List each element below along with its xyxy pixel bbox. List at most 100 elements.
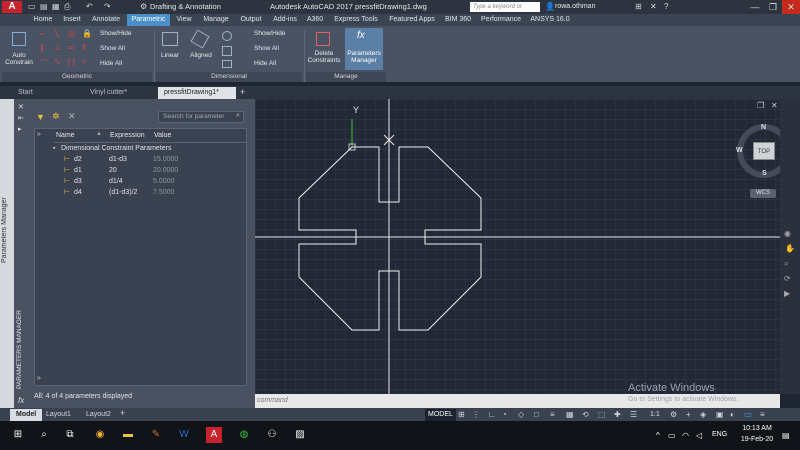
hide-all-dimensional-button[interactable]: Hide All [254,60,304,67]
param-name[interactable]: d1 [74,166,82,176]
delete-constraints-button[interactable]: Delete Constraints [306,50,342,64]
collapse-all-icon[interactable]: » [37,375,41,382]
panel-title-dimensional[interactable]: Dimensional [156,72,302,82]
file-explorer-icon[interactable]: ▬ [120,427,136,443]
expand-all-icon[interactable]: » [37,131,41,138]
show-hide-geometric-button[interactable]: Show/Hide [100,30,152,37]
clock-time[interactable]: 10:13 AM [737,425,777,435]
lineweight-icon[interactable]: ≡ [550,409,555,421]
viewport-restore-icon[interactable]: ❐ [757,101,764,110]
showmotion-icon[interactable]: ▶ [784,289,790,298]
tray-chevron-icon[interactable]: ^ [656,431,660,440]
full-navigation-wheel-icon[interactable]: ◉ [784,229,791,238]
clean-screen-icon[interactable]: ▭ [744,409,752,421]
lock-icon[interactable]: 🔒 [82,29,92,38]
tab-parametric[interactable]: Parametric [127,14,170,26]
doc-tab-start[interactable]: Start [12,87,82,99]
exchange-icon[interactable]: ✕ [650,2,657,11]
tab-addins[interactable]: Add-ins [269,14,301,26]
wcs-menu[interactable]: WCS [750,189,776,198]
snap-icon[interactable]: ⋮ [472,409,480,421]
tab-output[interactable]: Output [236,14,266,26]
search-icon[interactable]: ⌕ [236,112,240,120]
workspace-gear-icon[interactable]: ⚙ [140,2,147,11]
model-space-button[interactable]: MODEL [425,409,456,421]
new-tab-plus-icon[interactable]: + [240,87,245,97]
properties-icon[interactable]: ▸ [18,125,22,133]
word-icon[interactable]: W [176,427,192,443]
input-language[interactable]: ENG [712,431,727,438]
param-name[interactable]: d4 [74,188,82,198]
gear-icon[interactable]: ⚙ [670,409,677,421]
compass-south[interactable]: S [762,170,767,177]
3d-osnap-icon[interactable]: ⬚ [598,409,606,421]
aligned-dimension-icon[interactable] [190,29,210,49]
help-icon[interactable]: ? [664,2,668,11]
param-expression[interactable]: 20 [109,166,117,176]
tab-view[interactable]: View [172,14,196,26]
osnap-icon[interactable]: □ [534,409,539,421]
tab-ansys[interactable]: ANSYS 16.0 [528,14,572,26]
clock-date[interactable]: 19-Feb-20 [737,436,777,446]
saveas-icon[interactable]: ▦ [52,2,60,11]
param-name[interactable]: d3 [74,177,82,187]
param-expression[interactable]: d1/4 [109,177,123,187]
orbit-icon[interactable]: ⟳ [784,274,791,283]
linear-button[interactable]: Linear [156,52,184,59]
battery-icon[interactable]: ▭ [668,431,676,440]
show-hide-dimensional-button[interactable]: Show/Hide [254,30,304,37]
filter-icon[interactable]: ▼ [36,112,45,122]
tab-a360[interactable]: A360 [304,14,326,26]
concentric-icon[interactable]: ◎ [68,29,75,38]
param-name[interactable]: d2 [74,155,82,165]
pan-icon[interactable]: ✋ [785,244,795,253]
photos-icon[interactable]: ▨ [292,427,308,443]
undo-icon[interactable]: ↶ [86,2,93,11]
polar-icon[interactable]: ◔ [502,409,507,421]
linear-dimension-icon[interactable] [162,32,178,46]
cart-icon[interactable]: ⊞ [635,2,642,11]
parameter-search-input[interactable]: Search for parameter [158,111,244,123]
compass-west[interactable]: W [736,147,743,154]
compass-north[interactable]: N [761,124,766,131]
symmetric-icon[interactable]: [ ] [68,57,75,66]
close-palette-icon[interactable]: ✕ [18,103,24,111]
annotation-scale[interactable]: 1:1 [650,409,660,421]
layout-tab-layout1[interactable]: Layout1 [40,409,77,421]
selection-cycling-icon[interactable]: ⟲ [582,409,589,421]
perpendicular-icon[interactable]: ⊥ [54,43,61,52]
search-icon[interactable]: ⌕ [36,427,52,443]
tab-express-tools[interactable]: Express Tools [330,14,382,26]
volume-icon[interactable]: ◁ [696,431,702,440]
hardware-acceleration-icon[interactable]: ▣ [716,409,724,421]
customization-icon[interactable]: ≡ [760,409,765,421]
doc-tab-vinyl-cutter[interactable]: Vinyl cutter* [84,87,156,99]
user-name[interactable]: rowa.othman [555,1,635,13]
autocad-taskbar-icon[interactable]: A [206,427,222,443]
transparency-icon[interactable]: ▦ [566,409,574,421]
parameters-manager-button[interactable]: fx Parameters Manager [345,28,383,70]
horizontal-icon[interactable]: ═ [68,43,74,52]
print-icon[interactable]: ⎙ [64,2,70,12]
grid-icon[interactable]: ⊞ [458,409,465,421]
paint-icon[interactable]: ✎ [148,427,164,443]
column-header-expression[interactable]: Expression [110,130,150,142]
show-all-geometric-button[interactable]: Show All [100,45,152,52]
add-layout-plus-icon[interactable]: + [120,408,125,418]
parallel-icon[interactable]: ∥ [40,43,44,52]
drawing-viewport[interactable]: Y [255,99,780,394]
column-header-value[interactable]: Value [154,130,194,142]
tab-bim360[interactable]: BIM 360 [442,14,474,26]
task-view-icon[interactable]: ⧉ [62,427,78,443]
param-expression[interactable]: (d1-d3)/2 [109,188,137,198]
annotation-visibility-icon[interactable]: ☰ [630,409,637,421]
wifi-icon[interactable]: ◠ [682,431,689,440]
ortho-icon[interactable]: ∟ [488,409,496,421]
chrome-icon[interactable]: ◉ [92,427,108,443]
panel-title-geometric[interactable]: Geometric [2,72,152,82]
isolate-objects-icon[interactable]: ◐ [730,409,735,421]
plus-icon[interactable]: + [686,409,691,421]
layout-tab-model[interactable]: Model [10,409,43,421]
delete-parameter-icon[interactable]: ✕ [68,111,76,122]
viewcube-top-face[interactable]: TOP [753,142,775,160]
